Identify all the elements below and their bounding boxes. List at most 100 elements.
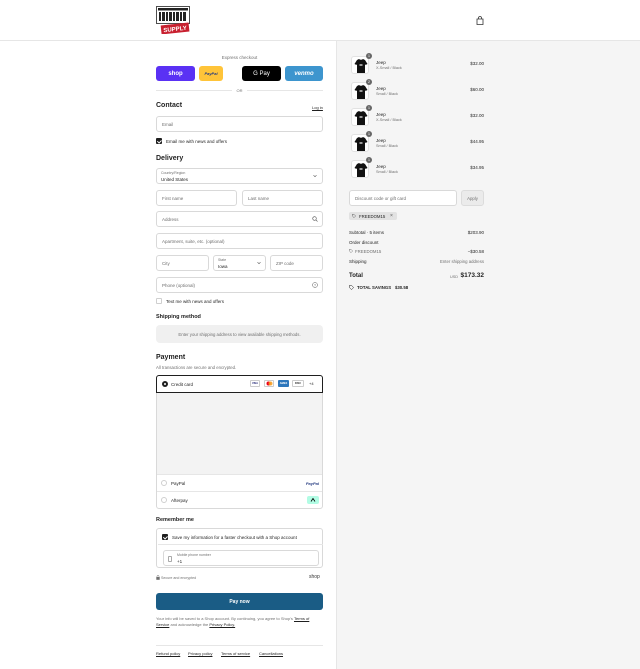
product-name: Jeep — [376, 164, 386, 169]
svg-text:SUPPLY: SUPPLY — [163, 26, 187, 34]
product-price: $32.00 — [470, 113, 484, 118]
store-logo[interactable]: SUPPLY — [156, 6, 190, 35]
shipping-method-notice: Enter your shipping address to view avai… — [178, 332, 301, 337]
state-label: State — [218, 258, 227, 262]
quantity-badge: 1 — [366, 157, 372, 163]
afterpay-option[interactable]: Afterpay — [157, 491, 322, 508]
paypal-express-label: PayPal — [204, 71, 218, 76]
cancellations-link[interactable]: Cancellations — [259, 651, 283, 656]
product-price: $60.00 — [470, 87, 484, 92]
order-discount-label: Order discount — [349, 240, 379, 245]
product-thumbnail — [351, 160, 369, 178]
remember-me-title: Remember me — [156, 517, 194, 523]
contact-title: Contact — [156, 102, 183, 109]
pay-now-label: Pay now — [229, 598, 250, 605]
state-select[interactable]: State Iowa — [213, 255, 266, 271]
tag-icon — [352, 214, 356, 220]
privacy-policy-link[interactable]: Privacy Policy. — [209, 622, 235, 627]
product-thumbnail — [351, 56, 369, 74]
svg-text:?: ? — [314, 283, 316, 287]
product-variant: Small / Black — [376, 92, 398, 96]
save-info-label: Save my information for a faster checkou… — [172, 535, 297, 540]
total-value: $173.32 — [460, 272, 485, 279]
first-name-field[interactable]: First name — [156, 190, 237, 206]
zip-field[interactable]: ZIP code — [270, 255, 323, 271]
order-discount-value: −$30.58 — [467, 249, 484, 254]
login-link[interactable]: Log in — [312, 105, 323, 110]
secure-label: Secure and encrypted — [161, 576, 197, 580]
apartment-field[interactable]: Apartment, suite, etc. (optional) — [156, 233, 323, 249]
country-select[interactable]: Country/Region United States — [156, 168, 323, 184]
email-news-checkbox[interactable] — [156, 138, 162, 144]
discount-chip-code: FREEDOM15 — [359, 213, 386, 219]
amex-icon: AMEX — [278, 380, 289, 387]
google-pay-button[interactable]: G Pay — [242, 66, 281, 81]
product-price: $32.00 — [470, 61, 484, 66]
paypal-option[interactable]: PayPal PayPal — [157, 474, 322, 491]
card-form-area — [157, 393, 322, 474]
product-variant: Small / Black — [376, 144, 398, 148]
search-icon — [312, 216, 318, 224]
remove-discount-close-icon[interactable]: × — [390, 213, 393, 219]
discount-code-field[interactable]: Discount code or gift card — [349, 190, 457, 206]
terms-line: Your info will be saved to a Shop accoun… — [156, 616, 293, 621]
address-placeholder: Address — [162, 217, 179, 222]
phone-field[interactable]: Phone (optional) ? — [156, 277, 323, 293]
order-summary-panel — [336, 41, 640, 669]
city-placeholder: City — [162, 261, 170, 266]
order-discount-code: FREEDOM15 — [355, 249, 382, 254]
savings-tag-icon — [349, 285, 354, 292]
total-label: Total — [349, 273, 363, 279]
express-checkout-title: Express checkout — [221, 55, 258, 60]
email-field[interactable]: Email — [156, 116, 323, 132]
zip-placeholder: ZIP code — [276, 261, 294, 266]
payment-subtitle: All transactions are secure and encrypte… — [156, 365, 237, 370]
terms-and: and acknowledge the — [170, 622, 209, 627]
phone-placeholder: Phone (optional) — [162, 283, 196, 288]
terms-of-service-footer-link[interactable]: Terms of service — [221, 651, 250, 656]
phone-icon — [168, 556, 172, 564]
more-cards-label: +4 — [309, 381, 314, 386]
subtotal-label: Subtotal · 5 items — [349, 230, 385, 235]
quantity-badge: 1 — [366, 131, 372, 137]
footer-divider — [156, 645, 323, 646]
product-thumbnail — [351, 82, 369, 100]
pay-now-button[interactable]: Pay now — [156, 593, 323, 610]
site-header: SUPPLY — [0, 0, 640, 41]
discount-tag-icon — [349, 249, 353, 255]
venmo-button[interactable]: venmo — [285, 66, 323, 81]
address-field[interactable]: Address — [156, 211, 323, 227]
product-variant: Small / Black — [376, 170, 398, 174]
product-variant: X-Small / Black — [376, 118, 402, 122]
delivery-title: Delivery — [156, 155, 184, 162]
paypal-radio[interactable] — [161, 480, 167, 486]
apartment-placeholder: Apartment, suite, etc. (optional) — [162, 239, 225, 244]
save-info-checkbox[interactable] — [162, 534, 168, 540]
country-label: Country/Region — [161, 171, 186, 175]
shopping-bag-icon[interactable] — [476, 16, 484, 25]
afterpay-label: Afterpay — [171, 498, 188, 503]
mobile-phone-field[interactable]: Mobile phone number +1 — [163, 550, 319, 566]
total-savings-value: $30.58 — [395, 285, 409, 290]
shop-pay-button[interactable]: shop — [156, 66, 195, 81]
payment-title: Payment — [156, 354, 186, 361]
privacy-policy-footer-link[interactable]: Privacy policy — [188, 651, 212, 656]
text-news-checkbox[interactable] — [156, 298, 162, 304]
shipping-label: Shipping — [349, 259, 367, 264]
state-value: Iowa — [218, 264, 228, 269]
first-name-placeholder: First name — [162, 196, 184, 201]
paypal-express-button[interactable]: PayPal — [199, 66, 223, 81]
apply-button[interactable]: Apply — [461, 190, 484, 206]
divider-right — [247, 90, 323, 91]
product-name: Jeep — [376, 138, 386, 143]
city-field[interactable]: City — [156, 255, 209, 271]
afterpay-radio[interactable] — [161, 497, 167, 503]
or-separator: OR — [236, 88, 243, 93]
help-icon[interactable]: ? — [312, 282, 318, 290]
product-thumbnail — [351, 134, 369, 152]
last-name-field[interactable]: Last name — [242, 190, 323, 206]
refund-policy-link[interactable]: Refund policy — [156, 651, 180, 656]
paypal-logo: PayPal — [305, 481, 319, 486]
credit-card-radio[interactable] — [162, 381, 168, 387]
lock-icon — [156, 575, 160, 582]
